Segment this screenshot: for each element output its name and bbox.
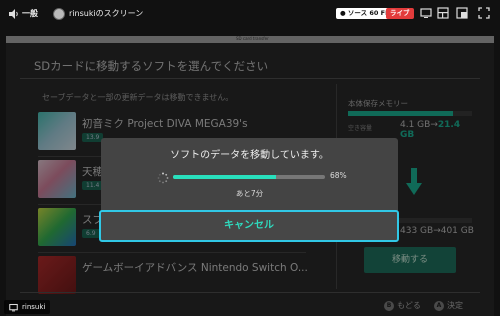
layout-icon[interactable] bbox=[437, 7, 449, 19]
spinner-icon bbox=[157, 172, 169, 184]
stream-top-bar: 一般 rinsukiのスクリーン ● ソース 60 FPS ライブ bbox=[0, 0, 500, 28]
monitor-icon bbox=[9, 303, 18, 311]
speaker-icon[interactable] bbox=[8, 8, 20, 20]
avatar bbox=[53, 8, 65, 20]
live-badge: ライブ bbox=[386, 8, 414, 19]
time-remaining: あと7分 bbox=[235, 189, 264, 198]
fullscreen-icon[interactable] bbox=[478, 7, 490, 19]
progress-message: ソフトのデータを移動しています。 bbox=[170, 150, 329, 161]
progress-fill bbox=[173, 175, 277, 179]
popout-icon[interactable] bbox=[456, 7, 468, 19]
cancel-button[interactable]: キャンセル bbox=[99, 210, 399, 242]
screen-owner-label: rinsukiのスクリーン bbox=[69, 9, 144, 18]
owner-label: rinsuki bbox=[22, 303, 46, 311]
stream-window: 一般 rinsukiのスクリーン ● ソース 60 FPS ライブ SD car… bbox=[0, 0, 500, 316]
monitor-icon[interactable] bbox=[420, 7, 432, 19]
stream-owner-tag: rinsuki bbox=[4, 300, 51, 314]
channel-label: 一般 bbox=[22, 9, 38, 18]
progress-bar bbox=[173, 175, 325, 179]
progress-percent: 68% bbox=[330, 171, 347, 180]
